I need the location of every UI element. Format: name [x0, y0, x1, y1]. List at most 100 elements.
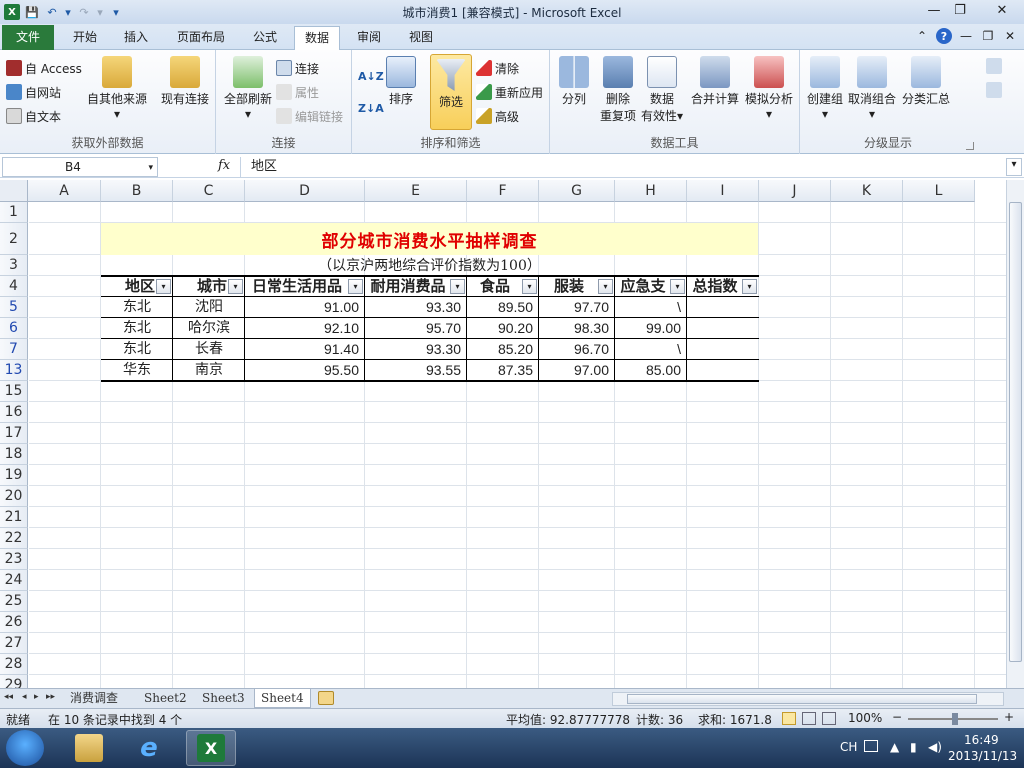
sheet-subtitle[interactable]: （以京沪两地综合评价指数为100）: [101, 255, 758, 275]
name-box-dropdown-icon[interactable]: ▾: [148, 159, 153, 177]
table-cell[interactable]: \: [615, 339, 687, 360]
table-cell[interactable]: 沈阳: [173, 297, 245, 318]
table-cell[interactable]: 95.50: [245, 360, 365, 381]
tab-view[interactable]: 视图: [400, 26, 442, 50]
table-cell[interactable]: 98.30: [539, 318, 615, 339]
consolidate-button[interactable]: 合并计算: [690, 56, 740, 107]
filter-dropdown-icon[interactable]: ▾: [228, 279, 243, 294]
row-header[interactable]: 28: [0, 654, 28, 675]
table-header-cell[interactable]: 总指数: [687, 277, 743, 296]
close-button[interactable]: ✕: [982, 0, 1022, 20]
worksheet-grid[interactable]: ABCDEFGHIJKL 1 2 3 4 5 6 7 13 15 16 17 18 19 20 21 22 23…: [0, 180, 1006, 688]
table-cell[interactable]: [687, 318, 759, 339]
insert-function-button[interactable]: fx: [218, 158, 230, 173]
row-header[interactable]: 1: [0, 202, 28, 223]
table-header-cell[interactable]: 服装: [539, 277, 599, 296]
from-other-sources-button[interactable]: 自其他来源 ▾: [86, 56, 148, 121]
workbook-restore-icon[interactable]: ❐: [980, 28, 996, 44]
taskbar-excel[interactable]: X: [186, 730, 236, 766]
from-access-button[interactable]: 自 Access: [6, 58, 82, 78]
network-icon[interactable]: ▮: [910, 740, 917, 754]
column-header[interactable]: C: [173, 180, 245, 202]
row-header[interactable]: 15: [0, 381, 28, 402]
clear-filter-button[interactable]: 清除: [476, 58, 519, 78]
help-icon[interactable]: ?: [936, 28, 952, 44]
filter-dropdown-icon[interactable]: ▾: [742, 279, 757, 294]
filter-dropdown-icon[interactable]: ▾: [348, 279, 363, 294]
sheet-tab-sheet4[interactable]: Sheet4: [254, 689, 311, 708]
sheet-tab-sheet3[interactable]: Sheet3: [196, 689, 251, 708]
filter-dropdown-icon[interactable]: ▾: [522, 279, 537, 294]
row-header[interactable]: 23: [0, 549, 28, 570]
column-header[interactable]: J: [759, 180, 831, 202]
refresh-all-button[interactable]: 全部刷新 ▾: [220, 56, 276, 121]
column-header[interactable]: I: [687, 180, 759, 202]
row-header[interactable]: 16: [0, 402, 28, 423]
page-break-view-icon[interactable]: [822, 712, 836, 725]
table-cell[interactable]: 95.70: [365, 318, 467, 339]
zoom-in-icon[interactable]: +: [1004, 710, 1014, 724]
table-cell[interactable]: 东北: [101, 318, 173, 339]
table-cell[interactable]: \: [615, 297, 687, 318]
table-cell[interactable]: [687, 297, 759, 318]
column-header[interactable]: H: [615, 180, 687, 202]
volume-icon[interactable]: ◀): [928, 740, 942, 754]
table-header-cell[interactable]: 地区: [101, 277, 157, 296]
row-header[interactable]: 2: [0, 223, 28, 255]
table-cell[interactable]: 97.70: [539, 297, 615, 318]
tray-expand-icon[interactable]: ▲: [890, 740, 899, 754]
row-header[interactable]: 25: [0, 591, 28, 612]
sheet-tab-sheet2[interactable]: Sheet2: [138, 689, 193, 708]
filter-dropdown-icon[interactable]: ▾: [156, 279, 171, 294]
table-header-cell[interactable]: 耐用消费品: [365, 277, 451, 296]
what-if-analysis-button[interactable]: 模拟分析 ▾: [742, 56, 796, 121]
insert-sheet-icon[interactable]: [318, 691, 334, 705]
sort-button[interactable]: 排序: [384, 56, 418, 107]
sheet-title[interactable]: 部分城市消费水平抽样调查: [101, 227, 758, 253]
column-header[interactable]: K: [831, 180, 903, 202]
taskbar-ie[interactable]: e: [124, 730, 174, 766]
table-cell[interactable]: 93.30: [365, 339, 467, 360]
column-header[interactable]: A: [28, 180, 101, 202]
next-sheet-nav-icon[interactable]: ▸: [34, 692, 39, 702]
table-cell[interactable]: 东北: [101, 339, 173, 360]
row-header[interactable]: 26: [0, 612, 28, 633]
row-header[interactable]: 18: [0, 444, 28, 465]
filter-dropdown-icon[interactable]: ▾: [670, 279, 685, 294]
table-header-cell[interactable]: 食品: [467, 277, 523, 296]
show-detail-icon[interactable]: [986, 58, 1002, 74]
zoom-out-icon[interactable]: −: [892, 710, 902, 724]
connections-button[interactable]: 连接: [276, 58, 319, 78]
vertical-scrollbar[interactable]: [1006, 180, 1024, 688]
start-button[interactable]: [6, 730, 44, 766]
tab-data[interactable]: 数据: [294, 26, 340, 51]
last-sheet-nav-icon[interactable]: ▸▸: [46, 692, 55, 702]
hide-detail-icon[interactable]: [986, 82, 1002, 98]
filter-dropdown-icon[interactable]: ▾: [598, 279, 613, 294]
row-header[interactable]: 13: [0, 360, 28, 381]
row-header[interactable]: 6: [0, 318, 28, 339]
tab-page-layout[interactable]: 页面布局: [170, 26, 232, 50]
table-cell[interactable]: 南京: [173, 360, 245, 381]
row-header[interactable]: 22: [0, 528, 28, 549]
row-header[interactable]: 20: [0, 486, 28, 507]
table-cell[interactable]: 87.35: [467, 360, 539, 381]
row-header[interactable]: 19: [0, 465, 28, 486]
tab-insert[interactable]: 插入: [114, 26, 158, 50]
table-cell[interactable]: 85.20: [467, 339, 539, 360]
group-button[interactable]: 创建组 ▾: [804, 56, 846, 121]
clock-date[interactable]: 2013/11/13: [948, 749, 1017, 763]
filter-button[interactable]: 筛选: [430, 54, 472, 130]
table-cell[interactable]: 97.00: [539, 360, 615, 381]
remove-duplicates-button[interactable]: 删除 重复项: [596, 56, 640, 124]
table-cell[interactable]: 哈尔滨: [173, 318, 245, 339]
collapse-ribbon-icon[interactable]: ⌃: [914, 28, 930, 44]
horizontal-scrollbar[interactable]: [612, 692, 1004, 706]
select-all-corner[interactable]: [0, 180, 28, 202]
column-header[interactable]: L: [903, 180, 975, 202]
column-header[interactable]: D: [245, 180, 365, 202]
first-sheet-nav-icon[interactable]: ◂◂: [4, 692, 13, 702]
table-cell[interactable]: 长春: [173, 339, 245, 360]
column-header[interactable]: F: [467, 180, 539, 202]
table-cell[interactable]: 90.20: [467, 318, 539, 339]
